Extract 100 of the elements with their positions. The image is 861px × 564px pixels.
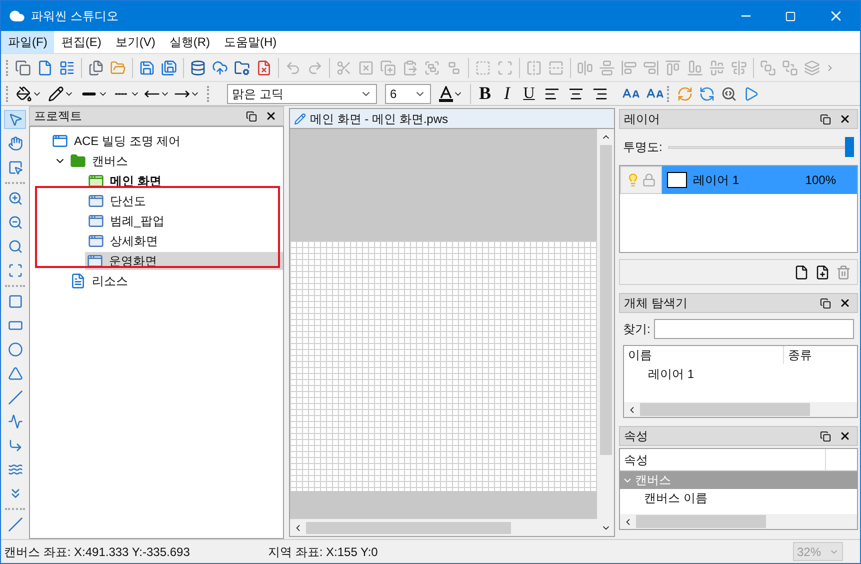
tree-item[interactable]: 캔버스: [68, 152, 136, 170]
column-header[interactable]: 종류: [784, 346, 816, 364]
delete-icon: [358, 60, 374, 76]
horizontal-scrollbar[interactable]: [620, 514, 857, 529]
refresh-icon[interactable]: [677, 86, 693, 102]
elbow-line-icon[interactable]: [8, 438, 22, 453]
menu-item[interactable]: 파일(F): [1, 31, 54, 53]
column-header[interactable]: 속성: [620, 449, 826, 470]
trash-icon[interactable]: [836, 264, 851, 280]
toolbar-grip[interactable]: [6, 86, 9, 102]
align-right-icon[interactable]: [592, 86, 608, 102]
object-row[interactable]: 레이어 1: [624, 364, 857, 384]
tree-item[interactable]: 상세화면: [86, 232, 166, 250]
font-select[interactable]: 맑은 고딕: [227, 84, 377, 104]
font-size-select[interactable]: 6: [385, 84, 431, 104]
lock-icon[interactable]: [642, 173, 656, 187]
font-color-icon[interactable]: [439, 86, 453, 102]
underline-button[interactable]: U: [518, 82, 540, 106]
scissors-icon: [336, 60, 352, 76]
menu-item[interactable]: 도움말(H): [217, 31, 284, 53]
align-center-icon[interactable]: [568, 86, 584, 102]
zoom-fit-icon[interactable]: [8, 263, 22, 278]
ellipse-icon[interactable]: [8, 342, 22, 357]
float-icon[interactable]: [246, 110, 257, 122]
window-icon: [88, 233, 104, 249]
close-icon[interactable]: [839, 430, 851, 442]
curve-icon[interactable]: [8, 462, 22, 477]
align-left-icon[interactable]: [544, 86, 560, 102]
ungroup-icon: [446, 60, 462, 76]
menu-item[interactable]: 실행(R): [162, 31, 217, 53]
panel-title: 레이어: [624, 111, 661, 128]
align-top-icon: [665, 60, 681, 76]
rectangle-icon[interactable]: [8, 294, 22, 309]
vertical-scrollbar[interactable]: [597, 129, 614, 536]
refresh-icon[interactable]: [699, 86, 715, 102]
app-icon: [9, 8, 25, 24]
fill-color-icon[interactable]: [16, 86, 32, 102]
select-icon[interactable]: [8, 160, 22, 175]
layer-opacity: 100%: [805, 172, 836, 189]
align-left-icon: [621, 60, 637, 76]
float-icon[interactable]: [820, 114, 831, 124]
polyline-icon[interactable]: [8, 414, 22, 429]
close-icon[interactable]: [839, 113, 851, 125]
database-icon: [190, 60, 206, 76]
pointer-icon[interactable]: [8, 112, 22, 127]
canvas-coordinates: 캔버스 좌표: X:491.333 Y:-335.693: [4, 544, 191, 560]
line-icon[interactable]: [8, 517, 22, 532]
menu-item[interactable]: 편집(E): [54, 31, 108, 53]
save-icon: [139, 60, 155, 76]
column-header[interactable]: 이름: [624, 346, 784, 364]
upload-icon: [212, 60, 228, 76]
layer-name: 레이어 1: [693, 172, 740, 189]
line-icon[interactable]: [8, 390, 22, 405]
line-color-icon[interactable]: [48, 86, 64, 102]
float-icon[interactable]: [820, 430, 831, 442]
tree-item[interactable]: 범례_팝업: [86, 212, 173, 230]
layer-row[interactable]: 레이어 1 100%: [662, 166, 857, 194]
align-right-icon: [643, 60, 659, 76]
toolbar-grip[interactable]: [207, 86, 210, 102]
region-coordinates: 지역 좌표: X:155 Y:0: [268, 544, 379, 560]
horizontal-scrollbar[interactable]: [624, 402, 857, 417]
italic-button[interactable]: I: [496, 80, 518, 107]
close-icon[interactable]: [839, 297, 851, 309]
bold-button[interactable]: B: [474, 80, 496, 107]
align-icon: [599, 60, 615, 76]
layer-swatch: [667, 172, 687, 188]
pages-icon: [88, 60, 104, 76]
run-icon[interactable]: [743, 86, 759, 102]
align-middle-icon: [709, 60, 725, 76]
tree-item[interactable]: 단선도: [86, 192, 154, 210]
hand-icon[interactable]: [8, 136, 22, 151]
triangle-icon[interactable]: [8, 366, 22, 381]
close-icon[interactable]: [265, 110, 277, 122]
window-icon: [88, 213, 104, 229]
zoom-out-icon[interactable]: [8, 215, 22, 230]
document-tab[interactable]: 메인 화면 - 메인 화면.pws: [290, 109, 614, 129]
duplicate-icon[interactable]: [815, 264, 830, 280]
panel-title: 프로젝트: [34, 108, 83, 125]
tree-item[interactable]: 리소스: [68, 272, 136, 290]
new-file-icon[interactable]: [794, 264, 809, 280]
find-field[interactable]: [654, 319, 854, 339]
slider-thumb[interactable]: [845, 137, 854, 157]
opacity-slider[interactable]: [668, 137, 854, 157]
folder-gear-icon: [234, 60, 250, 76]
group-icon: [424, 60, 440, 76]
menu-item[interactable]: 보기(V): [108, 31, 162, 53]
horizontal-scrollbar[interactable]: [290, 519, 597, 536]
window-title: 파워씬 스튜디오: [31, 8, 120, 25]
toolbar-grip[interactable]: [667, 86, 670, 102]
layers-icon: [804, 60, 820, 76]
folder-icon: [110, 60, 126, 76]
copy-icon: [380, 60, 396, 76]
toolbar-grip[interactable]: [6, 60, 9, 76]
zoom-icon[interactable]: [8, 239, 22, 254]
tree-item[interactable]: ACE 빌딩 조명 제어: [50, 132, 189, 150]
file-delete-icon: [256, 60, 272, 76]
zoom-in-icon[interactable]: [8, 191, 22, 206]
rounded-rectangle-icon[interactable]: [8, 318, 22, 333]
maximize-icon[interactable]: [785, 10, 796, 22]
float-icon[interactable]: [820, 298, 831, 308]
